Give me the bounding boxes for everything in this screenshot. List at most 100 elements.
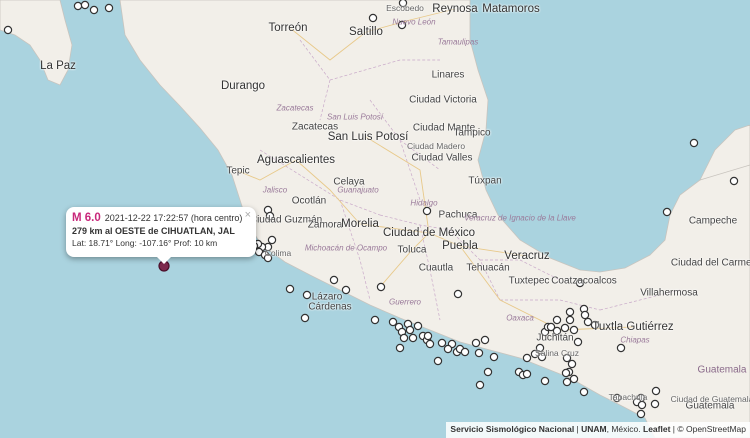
quake-marker[interactable] (395, 343, 405, 353)
quake-marker[interactable] (388, 317, 398, 327)
leaflet-link[interactable]: Leaflet (643, 424, 670, 434)
ssn-link[interactable]: Servicio Sismológico Nacional (450, 424, 574, 434)
city-label: Ocotlán (291, 195, 327, 207)
city-label: Salina Cruz (535, 348, 579, 358)
quake-marker[interactable] (540, 376, 550, 386)
quake-marker[interactable] (583, 317, 593, 327)
quake-marker[interactable] (453, 289, 463, 299)
city-label: Saltillo (349, 26, 383, 38)
quake-marker[interactable] (522, 353, 532, 363)
quake-marker[interactable] (370, 315, 380, 325)
earthquake-popup[interactable]: × M 6.0 2021-12-22 17:22:57 (hora centro)… (66, 207, 256, 264)
attribution-country: , México. (606, 424, 641, 434)
city-label: Villahermosa (640, 287, 698, 299)
quake-marker[interactable] (562, 377, 572, 387)
city-label: Ciudad de México (382, 227, 476, 239)
city-label: Campeche (688, 215, 738, 227)
city-label: Veracruz (504, 250, 550, 262)
quake-marker[interactable] (443, 344, 453, 354)
quake-marker[interactable] (267, 235, 277, 245)
quake-marker[interactable] (650, 399, 660, 409)
quake-marker[interactable] (300, 313, 310, 323)
quake-marker[interactable] (89, 5, 99, 15)
quake-marker[interactable] (399, 333, 409, 343)
quake-marker[interactable] (662, 207, 672, 217)
quake-marker[interactable] (573, 337, 583, 347)
quake-marker[interactable] (104, 3, 114, 13)
quake-marker[interactable] (433, 356, 443, 366)
quake-marker[interactable] (471, 338, 481, 348)
quake-marker[interactable] (422, 206, 432, 216)
quake-marker[interactable] (637, 400, 647, 410)
quake-marker[interactable] (80, 0, 90, 10)
quake-marker[interactable] (285, 284, 295, 294)
city-label: La Paz (40, 60, 76, 72)
city-label: Linares (431, 69, 465, 81)
quake-marker[interactable] (368, 13, 378, 23)
quake-marker[interactable] (3, 25, 13, 35)
city-label: Matamoros (482, 3, 540, 15)
osm-link[interactable]: © OpenStreetMap (677, 424, 746, 434)
state-label: Guerrero (388, 297, 422, 307)
city-label: Tampico (453, 127, 491, 139)
quake-marker[interactable] (405, 325, 415, 335)
city-label: Aguascalientes (257, 154, 335, 166)
quake-marker[interactable] (480, 335, 490, 345)
state-label: Veracruz de Ignacio de la Llave (464, 213, 576, 223)
quake-marker[interactable] (522, 369, 532, 379)
quake-marker[interactable] (729, 176, 739, 186)
quake-marker[interactable] (483, 367, 493, 377)
quake-marker[interactable] (565, 315, 575, 325)
map-attribution: Servicio Sismológico Nacional | UNAM, Mé… (446, 422, 750, 438)
quake-marker[interactable] (475, 380, 485, 390)
quake-marker[interactable] (425, 339, 435, 349)
city-label: Ciudad de Guatemala (670, 394, 750, 404)
quake-marker[interactable] (616, 343, 626, 353)
quake-marker[interactable] (569, 374, 579, 384)
city-label: Cárdenas (308, 301, 352, 313)
state-label: Michoacán de Ocampo (304, 243, 388, 253)
quake-marker[interactable] (413, 321, 423, 331)
quake-marker[interactable] (689, 138, 699, 148)
quake-marker[interactable] (73, 1, 83, 11)
city-label: Juchitán (536, 332, 574, 344)
state-label: Zacatecas (276, 103, 314, 113)
city-label: Reynosa (432, 3, 478, 15)
quake-marker[interactable] (580, 310, 590, 320)
quake-marker[interactable] (474, 348, 484, 358)
quake-marker[interactable] (376, 282, 386, 292)
quake-marker[interactable] (460, 347, 470, 357)
state-label: Nuevo León (392, 17, 436, 27)
quake-marker[interactable] (302, 290, 312, 300)
quake-marker[interactable] (567, 359, 577, 369)
quake-marker[interactable] (341, 285, 351, 295)
state-label: Oaxaca (506, 313, 534, 323)
city-label: Colima (264, 248, 292, 258)
unam-link[interactable]: UNAM (581, 424, 607, 434)
coordinates-label: Lat: 18.71° Long: -107.16° Prof: 10 km (72, 238, 218, 248)
city-label: Ciudad del Carmen (670, 257, 750, 269)
close-icon[interactable]: × (245, 209, 251, 221)
quake-marker[interactable] (560, 323, 570, 333)
popup-tip (157, 257, 171, 264)
state-label: Jalisco (262, 185, 288, 195)
city-label: Torreón (268, 22, 308, 34)
quake-marker[interactable] (408, 333, 418, 343)
quake-marker[interactable] (423, 331, 433, 341)
quake-marker[interactable] (437, 338, 447, 348)
city-label: Ciudad Valles (411, 152, 473, 164)
quake-marker[interactable] (579, 387, 589, 397)
quake-marker[interactable] (329, 275, 339, 285)
city-label: Durango (220, 80, 266, 92)
city-label: Cuautla (418, 262, 454, 274)
city-label: Zamora (307, 219, 343, 231)
quake-marker[interactable] (489, 352, 499, 362)
quake-marker[interactable] (565, 307, 575, 317)
magnitude-label: M 6.0 (72, 212, 101, 224)
quake-marker[interactable] (636, 409, 646, 419)
state-label: Hidalgo (410, 198, 438, 208)
quake-marker[interactable] (552, 315, 562, 325)
city-label: Túxpan (468, 175, 502, 187)
quake-marker[interactable] (561, 368, 571, 378)
quake-marker[interactable] (651, 386, 661, 396)
